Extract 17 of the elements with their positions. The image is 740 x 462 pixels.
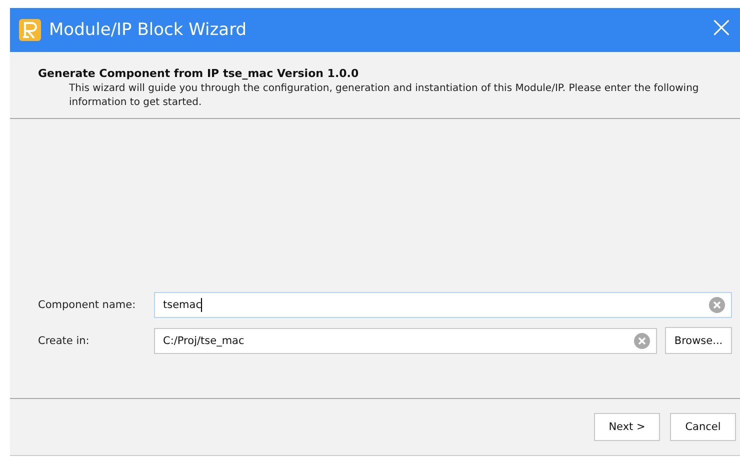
close-button[interactable]: × — [692, 13, 740, 47]
cancel-button[interactable]: Cancel — [670, 413, 736, 441]
text-field[interactable]: tsemac — [154, 292, 732, 318]
header-title: Generate Component from IP tse_mac Version 1.0.0 — [38, 67, 360, 80]
app-logo-icon — [19, 19, 41, 41]
next-button[interactable]: Next > — [594, 413, 660, 441]
field-value: tsemac — [163, 299, 202, 311]
field-value: C:/Proj/tse_mac — [163, 334, 244, 346]
header-description: This wizard will guide you through the configuration, generation and instantiation of this Module/IP. Please enter the following information to get started. — [69, 82, 700, 110]
text-cursor — [201, 298, 202, 312]
field-label: Component name: — [38, 299, 137, 311]
browse-button[interactable]: Browse... — [665, 327, 732, 354]
text-field[interactable]: C:/Proj/tse_mac — [154, 328, 657, 354]
field-label: Create in: — [38, 334, 90, 346]
clear-icon[interactable] — [634, 332, 650, 348]
clear-icon[interactable] — [709, 297, 725, 313]
window-title: Module/IP Block Wizard — [49, 20, 248, 40]
